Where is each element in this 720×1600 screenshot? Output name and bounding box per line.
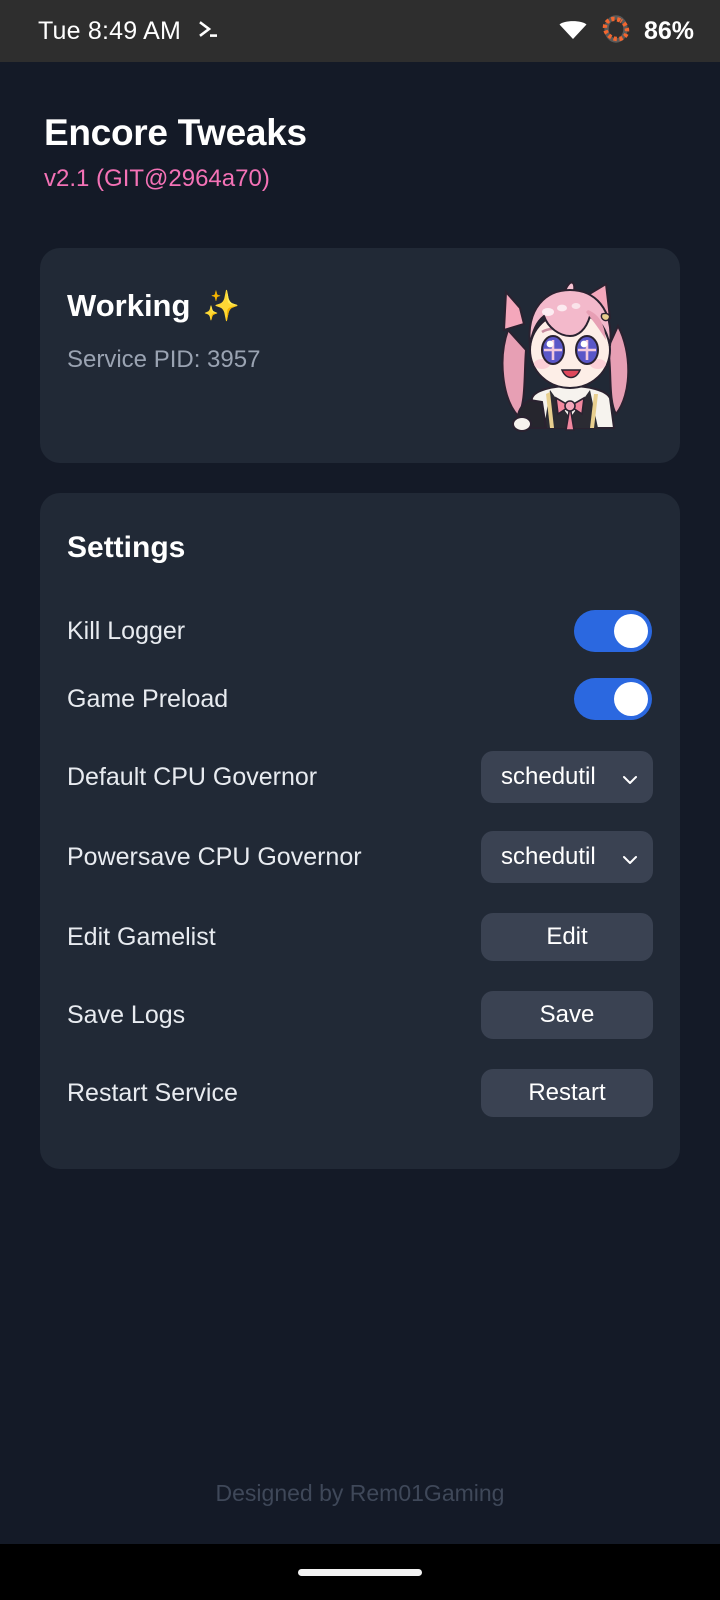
footer-credit: Designed by Rem01Gaming <box>215 1480 505 1506</box>
row-label-save-logs: Save Logs <box>67 1000 186 1029</box>
settings-row-kill-logger: Kill Logger <box>67 601 653 661</box>
anime-mascot-icon <box>490 278 650 433</box>
row-label-powersave-cpu-governor: Powersave CPU Governor <box>67 842 362 871</box>
page-title: Encore Tweaks <box>44 112 307 153</box>
settings-row-default-cpu-governor: Default CPU Governor schedutil <box>67 747 653 807</box>
row-label-game-preload: Game Preload <box>67 684 229 713</box>
status-bar-left: Tue 8:49 AM <box>38 16 221 47</box>
dropdown-powersave-cpu-governor[interactable]: schedutil <box>481 831 653 883</box>
settings-card-title: Settings <box>67 531 186 564</box>
footer: Designed by Rem01Gaming <box>0 1480 720 1507</box>
toggle-knob <box>614 682 648 716</box>
status-bar: Tue 8:49 AM 86% <box>0 0 720 62</box>
service-status-card: Working ✨ Service PID: 3957 <box>40 248 680 463</box>
dropdown-value-powersave-cpu-governor: schedutil <box>501 843 596 870</box>
save-logs-button[interactable]: Save <box>481 991 653 1039</box>
settings-row-game-preload: Game Preload <box>67 669 653 729</box>
row-label-edit-gamelist: Edit Gamelist <box>67 922 216 951</box>
edit-gamelist-button[interactable]: Edit <box>481 913 653 961</box>
battery-ring-icon <box>602 14 630 49</box>
toggle-knob <box>614 614 648 648</box>
settings-row-save-logs: Save Logs Save <box>67 985 653 1045</box>
terminal-prompt-icon <box>195 16 221 47</box>
sparkles-icon: ✨ <box>202 289 240 323</box>
settings-card: Settings Kill Logger Game Preload Defaul… <box>40 493 680 1169</box>
settings-row-edit-gamelist: Edit Gamelist Edit <box>67 907 653 967</box>
dropdown-value-default-cpu-governor: schedutil <box>501 763 596 790</box>
row-label-kill-logger: Kill Logger <box>67 616 186 645</box>
restart-service-button[interactable]: Restart <box>481 1069 653 1117</box>
app-version-label: v2.1 (GIT@2964a70) <box>44 165 270 192</box>
app-screen: Tue 8:49 AM 86% Encore Tweaks v2.1 (GIT@… <box>0 0 720 1600</box>
toggle-kill-logger[interactable] <box>574 610 652 652</box>
chevron-down-icon <box>621 768 639 786</box>
status-bar-right: 86% <box>558 14 694 49</box>
toggle-game-preload[interactable] <box>574 678 652 720</box>
settings-row-restart-service: Restart Service Restart <box>67 1063 653 1123</box>
settings-row-powersave-cpu-governor: Powersave CPU Governor schedutil <box>67 827 653 887</box>
row-label-default-cpu-governor: Default CPU Governor <box>67 762 318 791</box>
system-navigation-bar <box>0 1544 720 1600</box>
dropdown-default-cpu-governor[interactable]: schedutil <box>481 751 653 803</box>
app-header: Encore Tweaks v2.1 (GIT@2964a70) <box>0 62 720 193</box>
chevron-down-icon <box>621 848 639 866</box>
status-bar-clock: Tue 8:49 AM <box>38 16 182 45</box>
wifi-icon <box>558 17 588 46</box>
home-gesture-pill[interactable] <box>298 1568 422 1576</box>
row-label-restart-service: Restart Service <box>67 1078 238 1107</box>
service-status-text: Working <box>67 288 191 323</box>
battery-percentage: 86% <box>643 16 694 45</box>
